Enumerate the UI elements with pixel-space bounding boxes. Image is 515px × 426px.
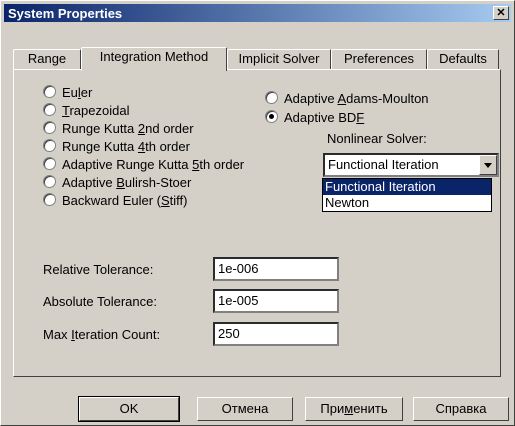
title-bar[interactable]: System Properties ✕: [4, 4, 511, 22]
tab-integration-method[interactable]: Integration Method: [81, 47, 227, 71]
option-newton[interactable]: Newton: [323, 195, 491, 211]
radio-backward-euler[interactable]: Backward Euler (Stiff): [43, 193, 187, 209]
radio-trapezoidal-dot[interactable]: [43, 103, 56, 116]
chevron-down-icon: [484, 163, 492, 168]
nonlinear-solver-dropdown: Functional Iteration Newton: [322, 178, 492, 212]
radio-adaptive-bdf[interactable]: Adaptive BDF: [265, 110, 364, 126]
relative-tolerance-label: Relative Tolerance:: [43, 262, 154, 277]
radio-rk2-dot[interactable]: [43, 121, 56, 134]
ok-button[interactable]: OK: [78, 396, 180, 422]
absolute-tolerance-label: Absolute Tolerance:: [43, 294, 157, 309]
radio-trapezoidal[interactable]: Trapezoidal: [43, 103, 129, 119]
tab-preferences[interactable]: Preferences: [331, 49, 427, 69]
window-title: System Properties: [8, 6, 123, 21]
tab-range[interactable]: Range: [13, 49, 81, 69]
absolute-tolerance-input[interactable]: 1e-005: [213, 289, 339, 313]
radio-adaptive-bdf-dot[interactable]: [265, 110, 278, 123]
radio-rk4-dot[interactable]: [43, 139, 56, 152]
max-iteration-input[interactable]: 250: [213, 322, 339, 346]
system-properties-window: System Properties ✕ Range Integration Me…: [0, 0, 515, 426]
radio-rk2[interactable]: Runge Kutta 2nd order: [43, 121, 194, 137]
radio-adaptive-rk5-dot[interactable]: [43, 157, 56, 170]
tab-implicit-solver[interactable]: Implicit Solver: [227, 49, 331, 69]
radio-euler-dot[interactable]: [43, 85, 56, 98]
option-functional-iteration[interactable]: Functional Iteration: [323, 179, 491, 195]
nonlinear-solver-select[interactable]: Functional Iteration: [323, 153, 499, 177]
radio-rk4[interactable]: Runge Kutta 4th order: [43, 139, 190, 155]
tab-defaults[interactable]: Defaults: [427, 49, 499, 69]
max-iteration-label: Max Iteration Count:: [43, 327, 161, 342]
relative-tolerance-input[interactable]: 1e-006: [213, 257, 339, 281]
apply-button[interactable]: Применить: [305, 397, 403, 421]
radio-adams-moulton[interactable]: Adaptive Adams-Moulton: [265, 91, 429, 107]
cancel-button[interactable]: Отмена: [197, 397, 293, 421]
nonlinear-solver-value: Functional Iteration: [328, 157, 439, 172]
radio-backward-euler-dot[interactable]: [43, 193, 56, 206]
radio-adams-moulton-dot[interactable]: [265, 91, 278, 104]
radio-bulirsh-stoer-dot[interactable]: [43, 175, 56, 188]
radio-bulirsh-stoer[interactable]: Adaptive Bulirsh-Stoer: [43, 175, 191, 191]
dropdown-button[interactable]: [479, 155, 497, 175]
help-button[interactable]: Справка: [413, 397, 509, 421]
nonlinear-solver-label: Nonlinear Solver:: [327, 131, 427, 146]
radio-euler[interactable]: Euler: [43, 85, 92, 101]
radio-adaptive-rk5[interactable]: Adaptive Runge Kutta 5th order: [43, 157, 244, 173]
close-button[interactable]: ✕: [493, 6, 509, 20]
